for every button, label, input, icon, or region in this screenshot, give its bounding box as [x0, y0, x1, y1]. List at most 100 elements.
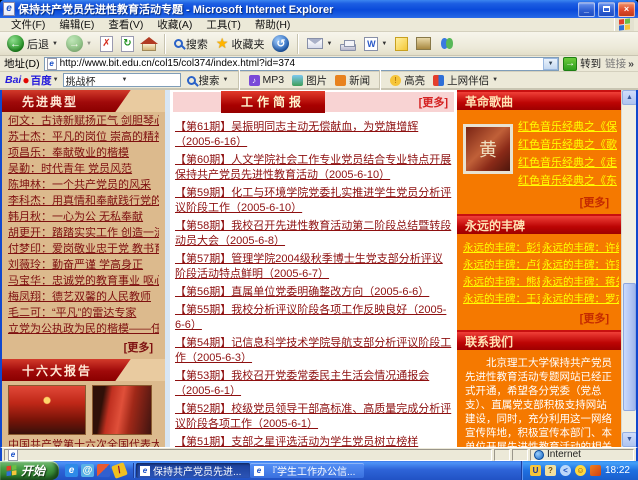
monument-link[interactable]: 永远的丰碑：卢德铭 [463, 257, 540, 274]
advanced-model-link[interactable]: 梅凤翔：德艺双馨的人民教师 [8, 291, 159, 304]
baidu-search-input[interactable]: 挑战杯 ▼ [63, 73, 181, 87]
baidu-companion-button[interactable]: 上网伴侣 ▼ [431, 73, 500, 88]
scroll-up-button[interactable]: ▲ [622, 90, 637, 105]
companion-dropdown-icon[interactable]: ▼ [492, 77, 498, 83]
close-button[interactable]: × [618, 2, 635, 17]
congress-report-link[interactable]: 中国共产党第十六次全国代表大会报告（一） [8, 439, 159, 447]
tray-collapse-chevron-icon[interactable]: < [560, 465, 571, 476]
advanced-model-link[interactable]: 韩月秋：一心为公 无私奉献 [8, 211, 159, 224]
song-link[interactable]: 红色音乐经典之《东方红》 [518, 172, 617, 190]
baidu-input-dropdown-icon[interactable]: ▼ [122, 77, 178, 83]
advanced-models-more-link[interactable]: [更多] [2, 339, 153, 355]
advanced-model-link[interactable]: 项昌乐：奉献敬业的楷模 [8, 147, 159, 160]
songs-more-link[interactable]: [更多] [457, 194, 609, 210]
back-dropdown-icon[interactable]: ▼ [52, 41, 58, 47]
menu-view[interactable]: 查看(V) [101, 17, 150, 32]
menu-help[interactable]: 帮助(H) [248, 17, 298, 32]
bulletin-link[interactable]: 【第54期】记信息科学技术学院导航支部分析评议阶段工作（2005-6-3） [175, 336, 452, 366]
vertical-scrollbar[interactable]: ▲ ▼ [621, 90, 636, 447]
scrollbar-thumb[interactable] [623, 283, 636, 412]
advanced-model-link[interactable]: 吴勤：时代青年 党员风范 [8, 163, 159, 176]
advanced-model-link[interactable]: 刘薇玲：勤奋严谨 学高身正 [8, 259, 159, 272]
bulletin-link[interactable]: 【第59期】化工与环境学院党委扎实推进学生党员分析评议阶段工作（2005-6-1… [175, 186, 452, 216]
bulletin-link[interactable]: 【第61期】吴振明同志主动无偿献血，为党旗增辉（2005-6-16） [175, 120, 452, 150]
baidu-search-button[interactable]: 搜索 ▼ [185, 73, 231, 88]
scroll-down-button[interactable]: ▼ [622, 432, 637, 447]
home-button[interactable] [139, 36, 159, 52]
messenger-button[interactable] [436, 37, 456, 50]
tray-downloader-icon[interactable]: U [530, 465, 541, 476]
research-button[interactable] [413, 36, 434, 51]
advanced-model-link[interactable]: 何文：古诗新赋扬正气 剑胆琴心映晚霞 [8, 115, 159, 128]
bulletin-link[interactable]: 【第55期】我校分析评议阶段各项工作反映良好（2005-6-6） [175, 303, 452, 333]
mail-button[interactable]: ▼ [304, 37, 335, 50]
bulletin-more-link[interactable]: [更多] [419, 94, 448, 110]
advanced-model-link[interactable]: 苏士杰：平凡的岗位 崇高的精神 [8, 131, 159, 144]
quicklaunch-ie-icon[interactable]: e [65, 464, 78, 477]
address-input[interactable]: e http://www.bit.edu.cn/col15/col374/ind… [44, 57, 560, 71]
baidu-logo[interactable]: Bai ● 百度 ▼ [5, 73, 59, 88]
favorites-button[interactable]: ★ 收藏夹 [213, 34, 268, 53]
start-button[interactable]: 开始 [0, 461, 59, 480]
song-link[interactable]: 红色音乐经典之《歌唱祖国.. [518, 136, 617, 154]
menu-favorites[interactable]: 收藏(A) [150, 17, 199, 32]
tray-help-icon[interactable]: ? [545, 465, 556, 476]
go-button[interactable]: → 转到 [563, 56, 601, 71]
bulletin-link[interactable]: 【第60期】人文学院社会工作专业党员结合专业特点开展保持共产党员先进性教育活动（… [175, 153, 452, 183]
address-url[interactable]: http://www.bit.edu.cn/col15/col374/index… [60, 58, 295, 69]
baidu-query[interactable]: 挑战杯 [66, 73, 122, 88]
bulletin-link[interactable]: 【第56期】直属单位党委明确整改方向（2005-6-6） [175, 285, 452, 300]
monument-more-link[interactable]: [更多] [457, 310, 609, 326]
baidu-logo-dropdown-icon[interactable]: ▼ [53, 77, 59, 83]
song-link[interactable]: 红色音乐经典之《保卫黄河.. [518, 118, 617, 136]
address-dropdown-button[interactable]: ▼ [543, 58, 558, 70]
monument-link[interactable]: 永远的丰碑：熊雄 [463, 274, 540, 291]
advanced-model-link[interactable]: 付梦印：爱岗敬业忠于党 教书育人写青.. [8, 243, 159, 256]
baidu-images-button[interactable]: 图片 [290, 73, 329, 88]
taskbar-clock[interactable]: 18:22 [605, 465, 630, 476]
menu-file[interactable]: 文件(F) [4, 17, 52, 32]
monument-link[interactable]: 永远的丰碑：许家朋 [542, 257, 619, 274]
baidu-search-dropdown-icon[interactable]: ▼ [223, 77, 229, 83]
taskbar-task[interactable]: e 『学生工作办公信... [250, 463, 364, 478]
advanced-model-link[interactable]: 陈坤林：一个共产党员的风采 [8, 179, 159, 192]
mail-dropdown-icon[interactable]: ▼ [326, 41, 332, 47]
print-button[interactable] [337, 36, 359, 52]
stop-button[interactable]: ✗ [97, 35, 116, 53]
quicklaunch-pen-icon[interactable]: / [111, 462, 128, 479]
links-toolbar[interactable]: 链接 » [605, 56, 634, 71]
taskbar-task-active[interactable]: e 保持共产党员先进... [136, 463, 250, 478]
quicklaunch-messenger-icon[interactable] [97, 464, 110, 477]
advanced-model-link[interactable]: 胡更开：踏踏实实工作 创造一流业绩 [8, 227, 159, 240]
history-button[interactable]: ↺ [269, 34, 292, 53]
baidu-highlight-button[interactable]: ! 高亮 [388, 73, 427, 88]
menu-edit[interactable]: 编辑(E) [52, 17, 101, 32]
monument-link[interactable]: 永远的丰碑：彭雪枫 [463, 240, 540, 257]
quicklaunch-outlook-icon[interactable]: @ [81, 464, 94, 477]
bulletin-link[interactable]: 【第52期】校级党员领导干部高标准、高质量完成分析评议阶段各项工作（2005-6… [175, 402, 452, 432]
minimize-button[interactable]: _ [578, 2, 595, 17]
monument-link[interactable]: 永远的丰碑：许继慎 [542, 240, 619, 257]
edit-dropdown-icon[interactable]: ▼ [381, 41, 387, 47]
edit-button[interactable]: W ▼ [361, 36, 390, 52]
tray-app-icon[interactable] [590, 465, 601, 476]
refresh-button[interactable]: ↻ [118, 35, 137, 53]
bulletin-link[interactable]: 【第51期】支部之星评选活动为学生党员树立榜样（2005-5-31） [175, 435, 452, 447]
baidu-news-button[interactable]: 新闻 [333, 73, 372, 88]
advanced-model-link[interactable]: 李科杰：用真情和奉献践行党的宗旨 [8, 195, 159, 208]
monument-link[interactable]: 永远的丰碑：王克勤 [463, 291, 540, 308]
monument-link[interactable]: 永远的丰碑：罗亦农 [542, 291, 619, 308]
bulletin-link[interactable]: 【第58期】我校召开先进性教育活动第二阶段总结暨转段动员大会（2005-6-8） [175, 219, 452, 249]
advanced-model-link[interactable]: 毛二可：“平凡”的雷达专家 [8, 307, 159, 320]
discuss-button[interactable] [392, 36, 411, 52]
back-button[interactable]: ← 后退 ▼ [4, 34, 61, 53]
menu-tools[interactable]: 工具(T) [199, 17, 247, 32]
bulletin-link[interactable]: 【第53期】我校召开党委常委民主生活会情况通报会（2005-6-1） [175, 369, 452, 399]
search-button[interactable]: 搜索 [171, 35, 211, 53]
forward-button[interactable]: → ▼ [63, 34, 95, 53]
restore-button[interactable] [598, 2, 615, 17]
tray-smiley-icon[interactable]: ☺ [575, 465, 586, 476]
baidu-mp3-button[interactable]: ♪ MP3 [247, 74, 287, 86]
bulletin-link[interactable]: 【第57期】管理学院2004级秋季博士生党支部分析评议阶段活动特点鲜明（2005… [175, 252, 452, 282]
advanced-model-link[interactable]: 马宝华：忠诚党的教育事业 呕心沥血五.. [8, 275, 159, 288]
